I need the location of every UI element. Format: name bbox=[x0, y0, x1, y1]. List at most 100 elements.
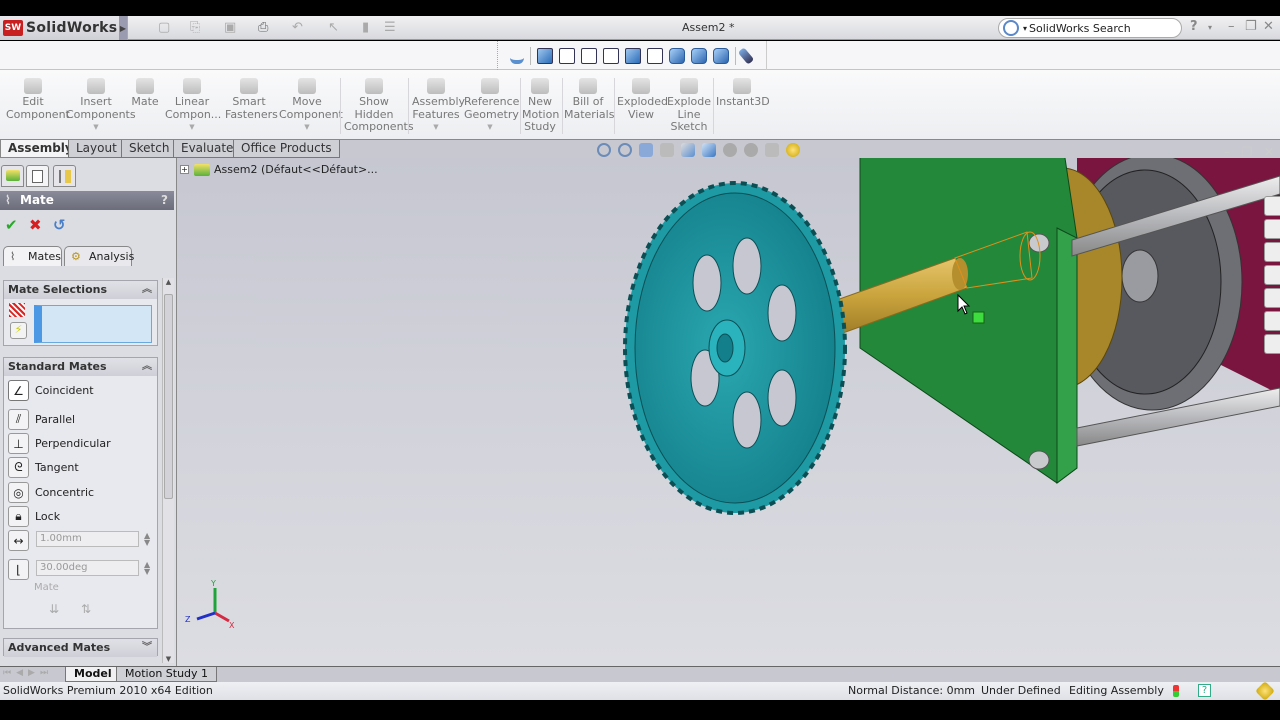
display-style-icon[interactable] bbox=[702, 143, 716, 157]
options-icon[interactable]: ☰ bbox=[384, 20, 396, 36]
print-icon[interactable]: ⎙ bbox=[258, 20, 268, 36]
dimetric-view-icon[interactable] bbox=[713, 47, 729, 64]
minimize-icon[interactable]: – bbox=[1228, 19, 1235, 34]
trimetric-view-icon[interactable] bbox=[691, 47, 707, 64]
configuration-manager-tab[interactable] bbox=[53, 165, 76, 187]
zoom-to-area-icon[interactable] bbox=[618, 143, 632, 157]
custom-properties-icon[interactable] bbox=[1264, 334, 1280, 354]
mate-perpendicular[interactable]: ⊥ Perpendicular bbox=[8, 433, 111, 454]
back-view-icon[interactable] bbox=[559, 47, 575, 64]
group-header[interactable]: Mate Selections ︽ bbox=[4, 281, 157, 299]
restore-icon[interactable]: ❐ bbox=[1245, 19, 1257, 34]
help-dropdown-icon[interactable]: ▾ bbox=[1208, 23, 1212, 32]
collapse-icon[interactable]: ︽ bbox=[142, 281, 152, 299]
panel-scrollbar[interactable]: ▲ ▼ bbox=[162, 278, 174, 663]
angle-mate-button[interactable]: ⌊ bbox=[8, 559, 35, 580]
reference-geometry-button[interactable]: Reference Geometry ▼ bbox=[464, 78, 519, 134]
apply-scene-icon[interactable] bbox=[765, 143, 779, 157]
mate-concentric[interactable]: ◎ Concentric bbox=[8, 482, 94, 503]
gear[interactable] bbox=[623, 181, 847, 515]
help-icon[interactable]: ? bbox=[161, 191, 168, 210]
smart-fasteners-button[interactable]: Smart Fasteners bbox=[225, 78, 278, 121]
view-palette-icon[interactable] bbox=[1264, 288, 1280, 308]
rebuild-icon[interactable]: ▮ bbox=[362, 20, 369, 36]
file-explorer-icon[interactable] bbox=[1264, 242, 1280, 262]
tag-icon[interactable] bbox=[1255, 681, 1275, 701]
property-manager-tab[interactable] bbox=[26, 165, 49, 187]
tab-scroll-arrows[interactable]: ⏮◀▶⏭ bbox=[3, 668, 53, 678]
edit-appearance-icon[interactable] bbox=[744, 143, 758, 157]
view-settings-icon[interactable] bbox=[786, 143, 800, 157]
insert-components-button[interactable]: Insert Components ▼ bbox=[66, 78, 136, 134]
rebuild-status-icon[interactable] bbox=[1173, 685, 1179, 697]
aligned-icon[interactable]: ⇊ bbox=[49, 602, 59, 616]
quick-tips-icon[interactable]: ? bbox=[1198, 684, 1211, 697]
assembly-features-button[interactable]: Assembly Features ▼ bbox=[412, 78, 465, 134]
mate-button[interactable]: Mate bbox=[131, 78, 159, 109]
solidworks-resources-icon[interactable] bbox=[1264, 196, 1280, 216]
undo-icon[interactable]: ↺ bbox=[53, 216, 66, 234]
solidworks-menu-button[interactable]: SW SolidWorks ▶ bbox=[0, 16, 128, 40]
tab-analysis[interactable]: ⚙ Analysis bbox=[64, 246, 134, 266]
section-view-icon[interactable] bbox=[660, 143, 674, 157]
restore-icon[interactable]: ❐ bbox=[1242, 145, 1253, 159]
show-hidden-components-button[interactable]: Show Hidden Components bbox=[344, 78, 414, 134]
isometric-view-icon[interactable] bbox=[669, 47, 685, 64]
distance-input[interactable]: 1.00mm bbox=[36, 531, 139, 547]
search-results-icon[interactable] bbox=[1264, 265, 1280, 285]
select-icon[interactable]: ↖ bbox=[328, 20, 339, 36]
distance-spinner[interactable]: ▲ ▼ bbox=[144, 532, 150, 547]
mate-tangent[interactable]: ᘓ Tangent bbox=[8, 457, 79, 478]
chevron-down-icon[interactable]: ▾ bbox=[1023, 24, 1027, 33]
save-icon[interactable]: ▣ bbox=[224, 20, 236, 36]
distance-mate-button[interactable]: ↔ bbox=[8, 530, 35, 551]
instant3d-button[interactable]: Instant3D bbox=[716, 78, 770, 109]
design-library-icon[interactable] bbox=[1264, 219, 1280, 239]
tab-layout[interactable]: Layout bbox=[68, 140, 125, 158]
view-selector-icon[interactable] bbox=[737, 46, 755, 65]
open-icon[interactable]: ⎘ bbox=[190, 20, 200, 36]
angle-spinner[interactable]: ▲ ▼ bbox=[144, 561, 150, 576]
undo-icon[interactable]: ↶ bbox=[292, 20, 303, 36]
scrollbar-thumb[interactable] bbox=[164, 294, 173, 499]
top-view-icon[interactable] bbox=[625, 47, 641, 64]
bill-of-materials-button[interactable]: Bill of Materials bbox=[564, 78, 614, 121]
appearances-icon[interactable] bbox=[1264, 311, 1280, 331]
zoom-to-fit-icon[interactable] bbox=[597, 143, 611, 157]
ok-check-icon[interactable]: ✔ bbox=[5, 216, 18, 234]
new-icon[interactable]: ▢ bbox=[158, 20, 170, 36]
explode-line-sketch-button[interactable]: Explode Line Sketch bbox=[667, 78, 711, 134]
graphics-area[interactable]: + Assem2 (Défaut<<Défaut>... Y X Z – ❐ ✕ bbox=[177, 143, 1280, 666]
angle-input[interactable]: 30.00deg bbox=[36, 560, 139, 576]
hide-show-items-icon[interactable] bbox=[723, 143, 737, 157]
scroll-up-icon[interactable]: ▲ bbox=[163, 278, 174, 286]
mate-parallel[interactable]: ⫽ Parallel bbox=[8, 409, 75, 430]
left-view-icon[interactable] bbox=[581, 47, 597, 64]
close-icon[interactable]: ✕ bbox=[1263, 19, 1274, 34]
mate-coincident[interactable]: ∠ Coincident bbox=[8, 380, 94, 401]
linear-pattern-button[interactable]: Linear Compon... ▼ bbox=[165, 78, 221, 134]
minimize-icon[interactable]: – bbox=[1224, 145, 1230, 159]
tab-sketch[interactable]: Sketch bbox=[121, 140, 178, 158]
tab-office-products[interactable]: Office Products bbox=[233, 140, 340, 158]
menu-expand-icon[interactable]: ▶ bbox=[119, 16, 127, 40]
view-orientation-icon[interactable] bbox=[681, 143, 695, 157]
mate-selections-list[interactable] bbox=[34, 305, 152, 343]
cancel-x-icon[interactable]: ✖ bbox=[29, 216, 42, 234]
expand-icon[interactable]: ︾ bbox=[142, 639, 152, 657]
scroll-down-icon[interactable]: ▼ bbox=[163, 655, 174, 663]
edit-component-button[interactable]: Edit Component bbox=[6, 78, 70, 121]
search-input[interactable]: ▾ SolidWorks Search bbox=[998, 18, 1182, 38]
move-component-button[interactable]: Move Component ▼ bbox=[279, 78, 343, 134]
previous-view-icon[interactable] bbox=[639, 143, 653, 157]
close-icon[interactable]: ✕ bbox=[1264, 145, 1274, 159]
mate-popup-icon[interactable]: ⚡ bbox=[10, 322, 27, 339]
motor-plate[interactable] bbox=[859, 158, 1078, 484]
collapse-icon[interactable]: ︽ bbox=[142, 358, 152, 376]
feature-manager-tab[interactable] bbox=[1, 165, 24, 187]
new-motion-study-button[interactable]: New Motion Study bbox=[522, 78, 559, 134]
right-view-icon[interactable] bbox=[603, 47, 619, 64]
model-view[interactable]: Y X Z bbox=[177, 158, 1280, 666]
anti-aligned-icon[interactable]: ⇅ bbox=[81, 602, 91, 616]
exploded-view-button[interactable]: Exploded View bbox=[617, 78, 668, 121]
